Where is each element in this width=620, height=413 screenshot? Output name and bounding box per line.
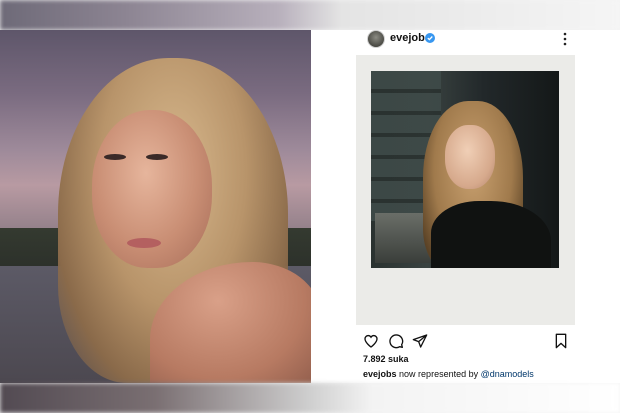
- photo-body: [431, 201, 551, 268]
- caption-text: now represented by: [399, 369, 479, 379]
- post-action-bar: [311, 331, 620, 353]
- post-caption: evejobs now represented by @dnamodels: [363, 369, 534, 379]
- share-icon[interactable]: [412, 333, 428, 349]
- caption-username[interactable]: evejobs: [363, 369, 397, 379]
- post-image-polaroid[interactable]: [356, 55, 575, 325]
- bookmark-icon[interactable]: [554, 333, 568, 349]
- photo-eye-left: [104, 154, 126, 160]
- heart-icon[interactable]: [363, 333, 379, 349]
- polaroid-photo: [371, 71, 559, 268]
- photo-lips: [127, 238, 161, 248]
- blurred-bottom-band: [0, 383, 620, 413]
- like-count[interactable]: 7.892 suka: [363, 354, 409, 364]
- photo-eye-right: [146, 154, 168, 160]
- portrait-photo-left: [0, 30, 311, 383]
- post-header: evejobs: [311, 30, 620, 50]
- comment-icon[interactable]: [388, 333, 404, 349]
- photo-face: [445, 125, 495, 189]
- instagram-post: evejobs 7.892 suka evejobs now represent…: [311, 30, 620, 383]
- blurred-top-band: [0, 0, 620, 30]
- verified-badge-icon: [425, 33, 435, 43]
- more-options-icon[interactable]: [562, 32, 568, 46]
- avatar[interactable]: [367, 30, 385, 48]
- caption-mention-link[interactable]: @dnamodels: [481, 369, 534, 379]
